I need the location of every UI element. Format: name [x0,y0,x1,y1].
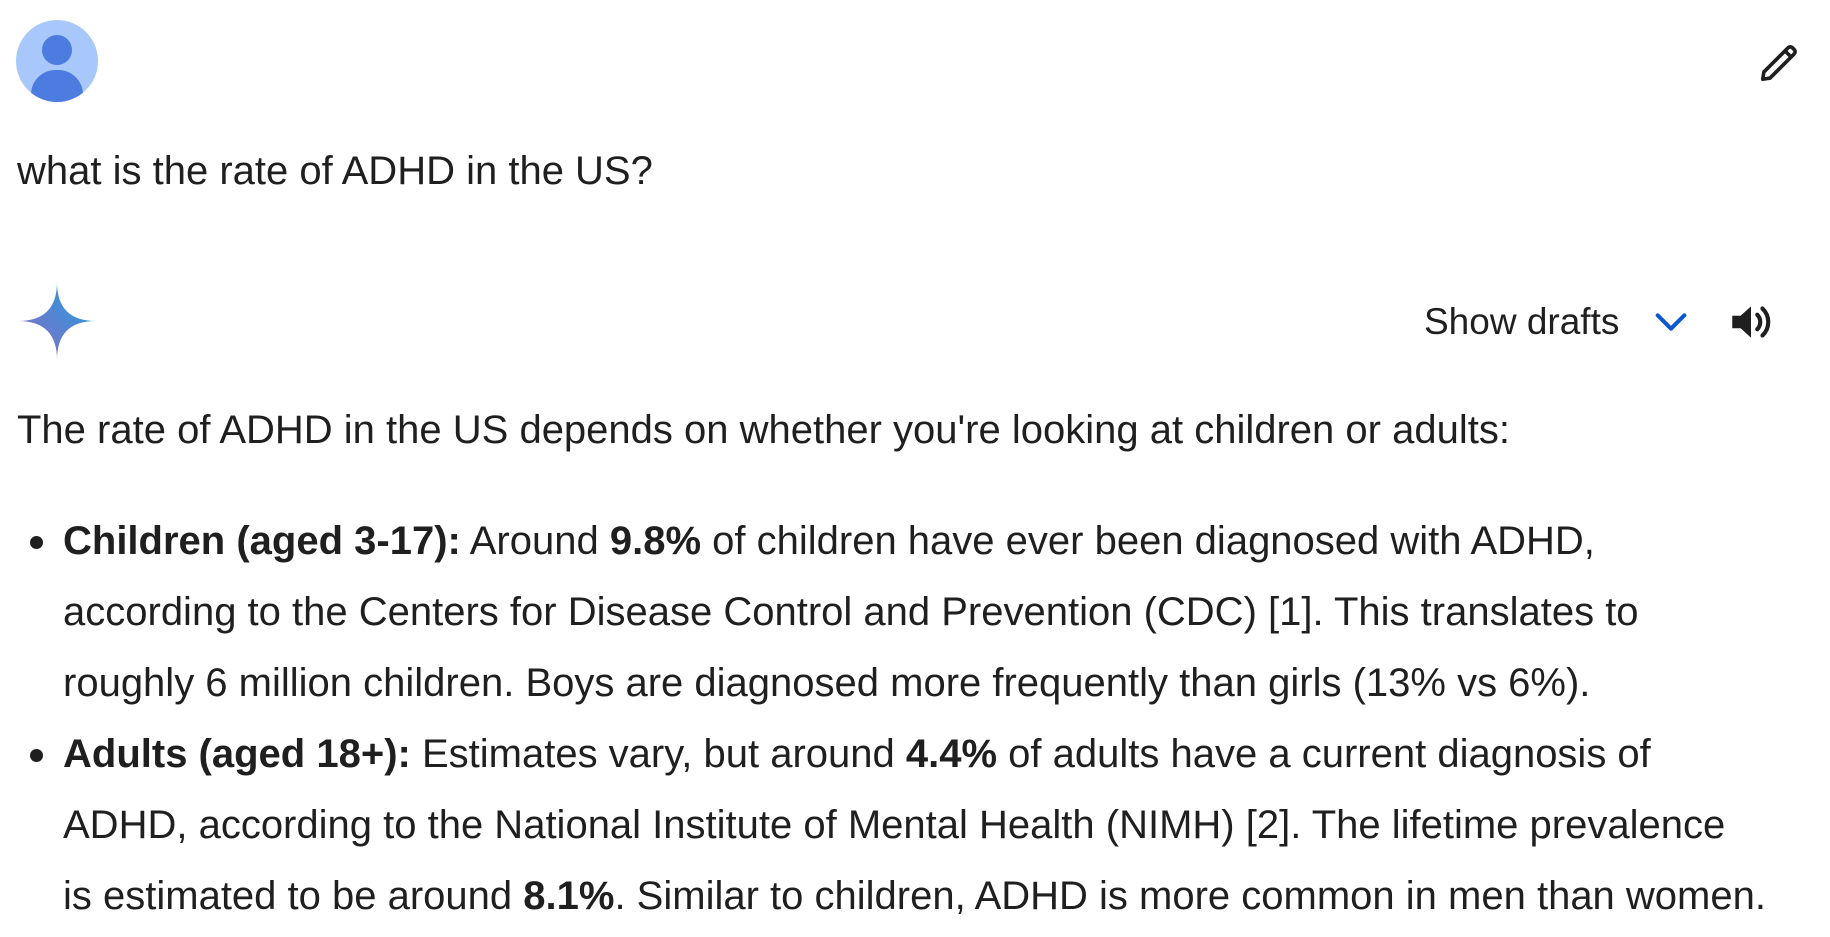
bullet-text: Around [460,519,610,563]
show-drafts-button[interactable]: Show drafts [1410,300,1693,344]
bullet-line: is estimated to be around 8.1%. Similar … [63,861,1830,932]
edit-query-button[interactable] [1752,34,1808,90]
bullet-text: Estimates vary, but around [410,732,906,776]
bullet-heading: Adults (aged 18+): [63,732,411,776]
bullet-line: Children (aged 3-17): Around 9.8% of chi… [63,506,1830,577]
pencil-icon [1760,45,1797,82]
avatar-head [42,35,72,65]
bullet-text: of children have ever been diagnosed wit… [701,519,1595,563]
show-drafts-label: Show drafts [1424,301,1620,342]
list-item-adults: Adults (aged 18+): Estimates vary, but a… [0,719,1830,932]
user-query-text: what is the rate of ADHD in the US? [17,149,653,193]
stat-value: 4.4% [905,732,998,776]
bullet-line: ADHD, according to the National Institut… [63,803,1726,847]
user-avatar-icon [16,20,98,102]
bullet-text: . Similar to children, ADHD is more comm… [614,874,1766,918]
bullet-heading: Children (aged 3-17): [63,519,461,563]
bullet-line: roughly 6 million children. Boys are dia… [63,661,1591,705]
response-actions: Show drafts [1410,294,1779,350]
response-intro: The rate of ADHD in the US depends on wh… [17,408,1510,452]
chat-conversation: what is the rate of ADHD in the US? Show… [0,0,1830,937]
response-bullet-list: Children (aged 3-17): Around 9.8% of chi… [0,506,1830,932]
read-aloud-button[interactable] [1723,294,1779,350]
speaker-icon [1732,306,1771,338]
bullet-line: Adults (aged 18+): Estimates vary, but a… [63,719,1830,790]
gemini-spark-icon [18,282,96,360]
stat-value: 9.8% [609,519,702,563]
avatar-body [31,70,83,102]
bullet-text: is estimated to be around [63,874,524,918]
bullet-dot [30,536,43,549]
bullet-text: of adults have a current diagnosis of [997,732,1651,776]
chevron-down-icon [1649,300,1693,344]
stat-value: 8.1% [523,874,615,918]
bullet-dot [30,749,43,762]
list-item-children: Children (aged 3-17): Around 9.8% of chi… [0,506,1830,719]
bullet-line: according to the Centers for Disease Con… [63,590,1639,634]
